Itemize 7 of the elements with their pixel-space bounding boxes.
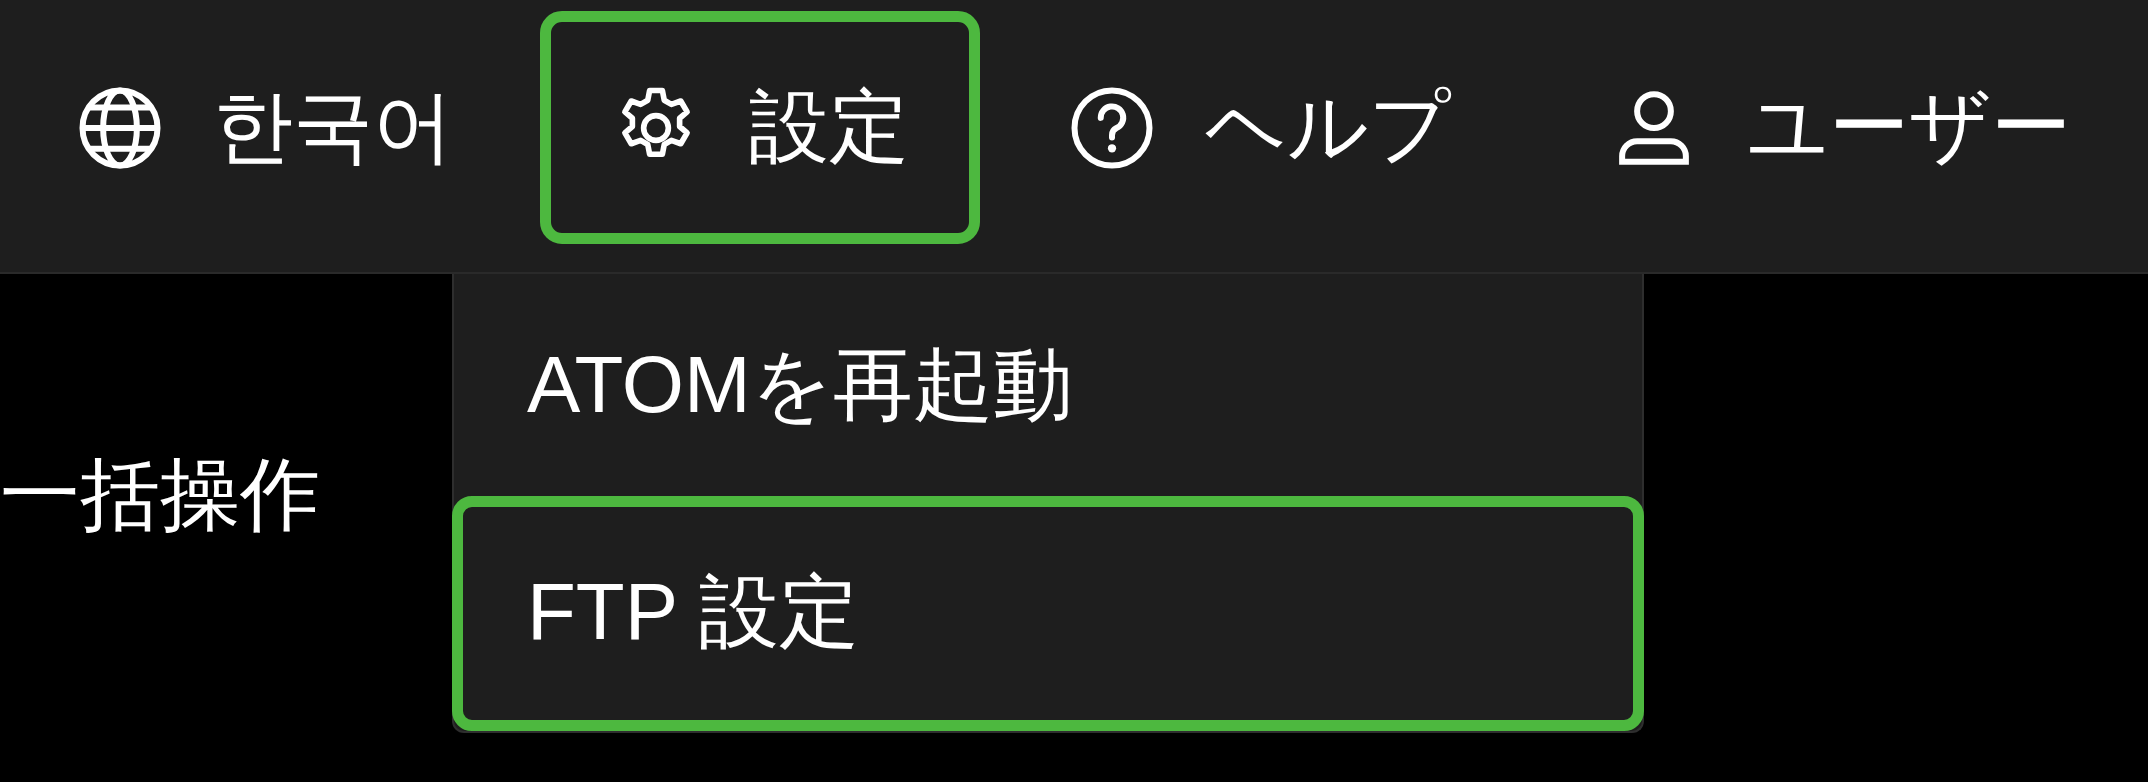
page-heading: 一括操作 <box>0 449 320 541</box>
menu-item[interactable]: FTP 設定 <box>452 495 1644 731</box>
nav-button[interactable]: ヘルプ <box>996 11 1522 244</box>
nav-button[interactable]: ユーザー <box>1538 11 2142 244</box>
nav-button[interactable]: 한국어 <box>4 11 524 244</box>
nav-button[interactable]: 設定 <box>540 11 980 244</box>
menu-item[interactable]: ATOMを再起動 <box>452 282 1644 490</box>
